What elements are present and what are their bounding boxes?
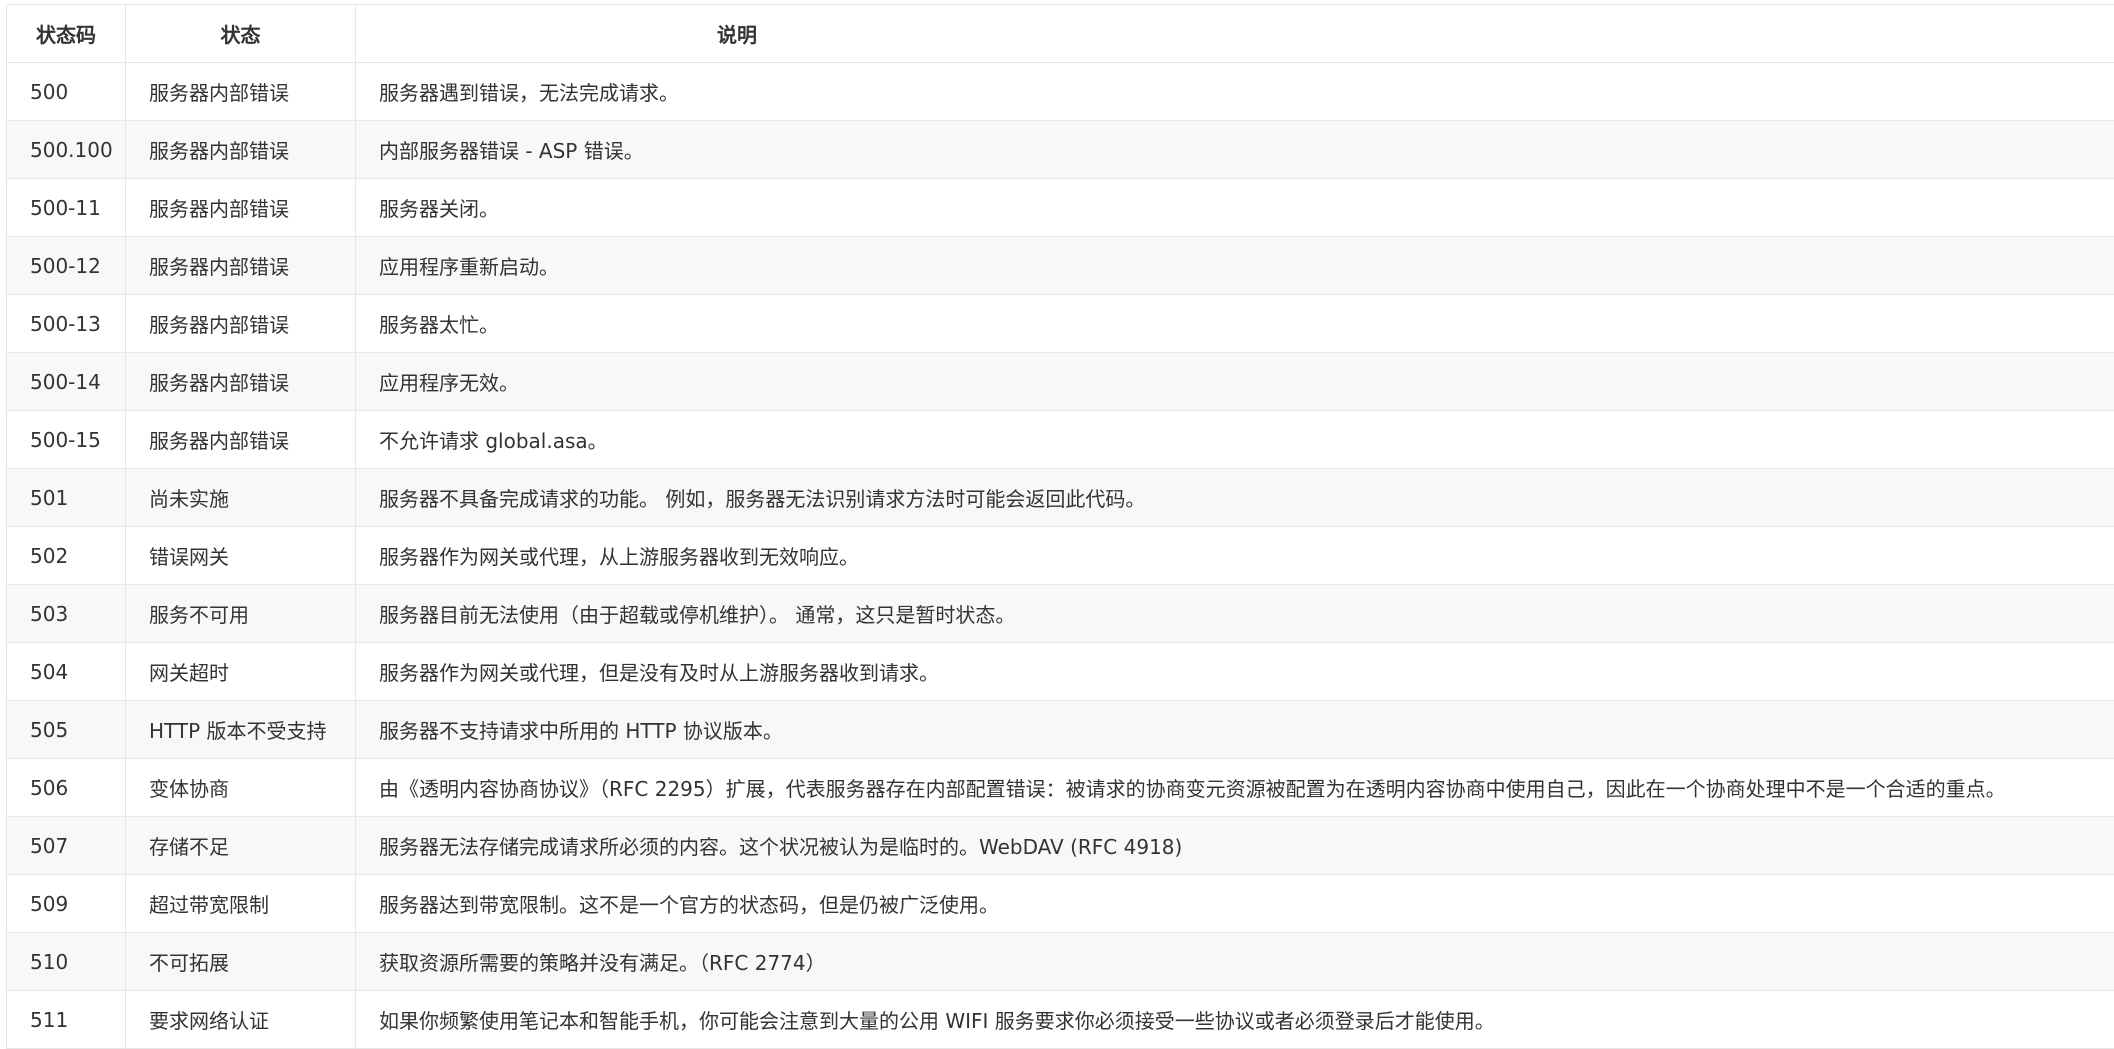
cell-status-code: 500-13 (7, 295, 126, 353)
cell-status-code: 502 (7, 527, 126, 585)
cell-status: 网关超时 (126, 643, 356, 701)
cell-description: 由《透明内容协商协议》（RFC 2295）扩展，代表服务器存在内部配置错误：被请… (356, 759, 2114, 817)
cell-status-code: 504 (7, 643, 126, 701)
table-row: 500-15服务器内部错误不允许请求 global.asa。 (7, 411, 2114, 469)
cell-status-code: 505 (7, 701, 126, 759)
header-row: 状态码 状态 说明 (7, 5, 2114, 63)
table-row: 501尚未实施服务器不具备完成请求的功能。 例如，服务器无法识别请求方法时可能会… (7, 469, 2114, 527)
cell-status-code: 511 (7, 991, 126, 1049)
table-row: 500-11服务器内部错误服务器关闭。 (7, 179, 2114, 237)
status-code-table-container: 状态码 状态 说明 500服务器内部错误服务器遇到错误，无法完成请求。500.1… (6, 4, 2114, 1049)
table-row: 500-13服务器内部错误服务器太忙。 (7, 295, 2114, 353)
cell-description: 服务器不具备完成请求的功能。 例如，服务器无法识别请求方法时可能会返回此代码。 (356, 469, 2114, 527)
cell-description: 应用程序重新启动。 (356, 237, 2114, 295)
cell-status: 超过带宽限制 (126, 875, 356, 933)
table-row: 509超过带宽限制服务器达到带宽限制。这不是一个官方的状态码，但是仍被广泛使用。 (7, 875, 2114, 933)
cell-status: 变体协商 (126, 759, 356, 817)
cell-description: 服务器目前无法使用（由于超载或停机维护）。 通常，这只是暂时状态。 (356, 585, 2114, 643)
cell-status: 不可拓展 (126, 933, 356, 991)
cell-status-code: 503 (7, 585, 126, 643)
header-description: 说明 (356, 5, 2114, 63)
cell-description: 服务器无法存储完成请求所必须的内容。这个状况被认为是临时的。WebDAV (RF… (356, 817, 2114, 875)
cell-description: 如果你频繁使用笔记本和智能手机，你可能会注意到大量的公用 WIFI 服务要求你必… (356, 991, 2114, 1049)
cell-status: 服务器内部错误 (126, 63, 356, 121)
cell-status-code: 501 (7, 469, 126, 527)
cell-description: 服务器不支持请求中所用的 HTTP 协议版本。 (356, 701, 2114, 759)
cell-description: 服务器关闭。 (356, 179, 2114, 237)
cell-status-code: 500 (7, 63, 126, 121)
cell-status: 服务不可用 (126, 585, 356, 643)
cell-status: 服务器内部错误 (126, 411, 356, 469)
cell-description: 内部服务器错误 - ASP 错误。 (356, 121, 2114, 179)
table-row: 500-12服务器内部错误应用程序重新启动。 (7, 237, 2114, 295)
status-code-table: 状态码 状态 说明 500服务器内部错误服务器遇到错误，无法完成请求。500.1… (6, 4, 2114, 1049)
cell-status-code: 500-15 (7, 411, 126, 469)
cell-status: HTTP 版本不受支持 (126, 701, 356, 759)
cell-description: 不允许请求 global.asa。 (356, 411, 2114, 469)
cell-status: 要求网络认证 (126, 991, 356, 1049)
cell-status: 服务器内部错误 (126, 295, 356, 353)
table-row: 505HTTP 版本不受支持服务器不支持请求中所用的 HTTP 协议版本。 (7, 701, 2114, 759)
table-row: 506变体协商由《透明内容协商协议》（RFC 2295）扩展，代表服务器存在内部… (7, 759, 2114, 817)
cell-description: 服务器太忙。 (356, 295, 2114, 353)
cell-status: 服务器内部错误 (126, 237, 356, 295)
cell-status-code: 500-11 (7, 179, 126, 237)
cell-status: 服务器内部错误 (126, 353, 356, 411)
table-row: 511要求网络认证如果你频繁使用笔记本和智能手机，你可能会注意到大量的公用 WI… (7, 991, 2114, 1049)
cell-description: 应用程序无效。 (356, 353, 2114, 411)
cell-description: 服务器达到带宽限制。这不是一个官方的状态码，但是仍被广泛使用。 (356, 875, 2114, 933)
table-row: 500.100服务器内部错误内部服务器错误 - ASP 错误。 (7, 121, 2114, 179)
header-status: 状态 (126, 5, 356, 63)
cell-status-code: 510 (7, 933, 126, 991)
table-row: 500-14服务器内部错误应用程序无效。 (7, 353, 2114, 411)
table-row: 507存储不足服务器无法存储完成请求所必须的内容。这个状况被认为是临时的。Web… (7, 817, 2114, 875)
table-header: 状态码 状态 说明 (7, 5, 2114, 63)
table-row: 510不可拓展获取资源所需要的策略并没有满足。（RFC 2774） (7, 933, 2114, 991)
table-row: 500服务器内部错误服务器遇到错误，无法完成请求。 (7, 63, 2114, 121)
table-row: 504网关超时服务器作为网关或代理，但是没有及时从上游服务器收到请求。 (7, 643, 2114, 701)
cell-description: 服务器作为网关或代理，从上游服务器收到无效响应。 (356, 527, 2114, 585)
table-row: 503服务不可用服务器目前无法使用（由于超载或停机维护）。 通常，这只是暂时状态… (7, 585, 2114, 643)
cell-status: 服务器内部错误 (126, 121, 356, 179)
cell-status-code: 500-12 (7, 237, 126, 295)
table-row: 502错误网关服务器作为网关或代理，从上游服务器收到无效响应。 (7, 527, 2114, 585)
cell-status-code: 509 (7, 875, 126, 933)
cell-status: 错误网关 (126, 527, 356, 585)
cell-status-code: 500-14 (7, 353, 126, 411)
cell-status-code: 500.100 (7, 121, 126, 179)
cell-description: 获取资源所需要的策略并没有满足。（RFC 2774） (356, 933, 2114, 991)
cell-status-code: 506 (7, 759, 126, 817)
cell-status-code: 507 (7, 817, 126, 875)
cell-status: 服务器内部错误 (126, 179, 356, 237)
header-status-code: 状态码 (7, 5, 126, 63)
cell-status: 尚未实施 (126, 469, 356, 527)
cell-description: 服务器遇到错误，无法完成请求。 (356, 63, 2114, 121)
cell-status: 存储不足 (126, 817, 356, 875)
cell-description: 服务器作为网关或代理，但是没有及时从上游服务器收到请求。 (356, 643, 2114, 701)
table-body: 500服务器内部错误服务器遇到错误，无法完成请求。500.100服务器内部错误内… (7, 63, 2114, 1049)
